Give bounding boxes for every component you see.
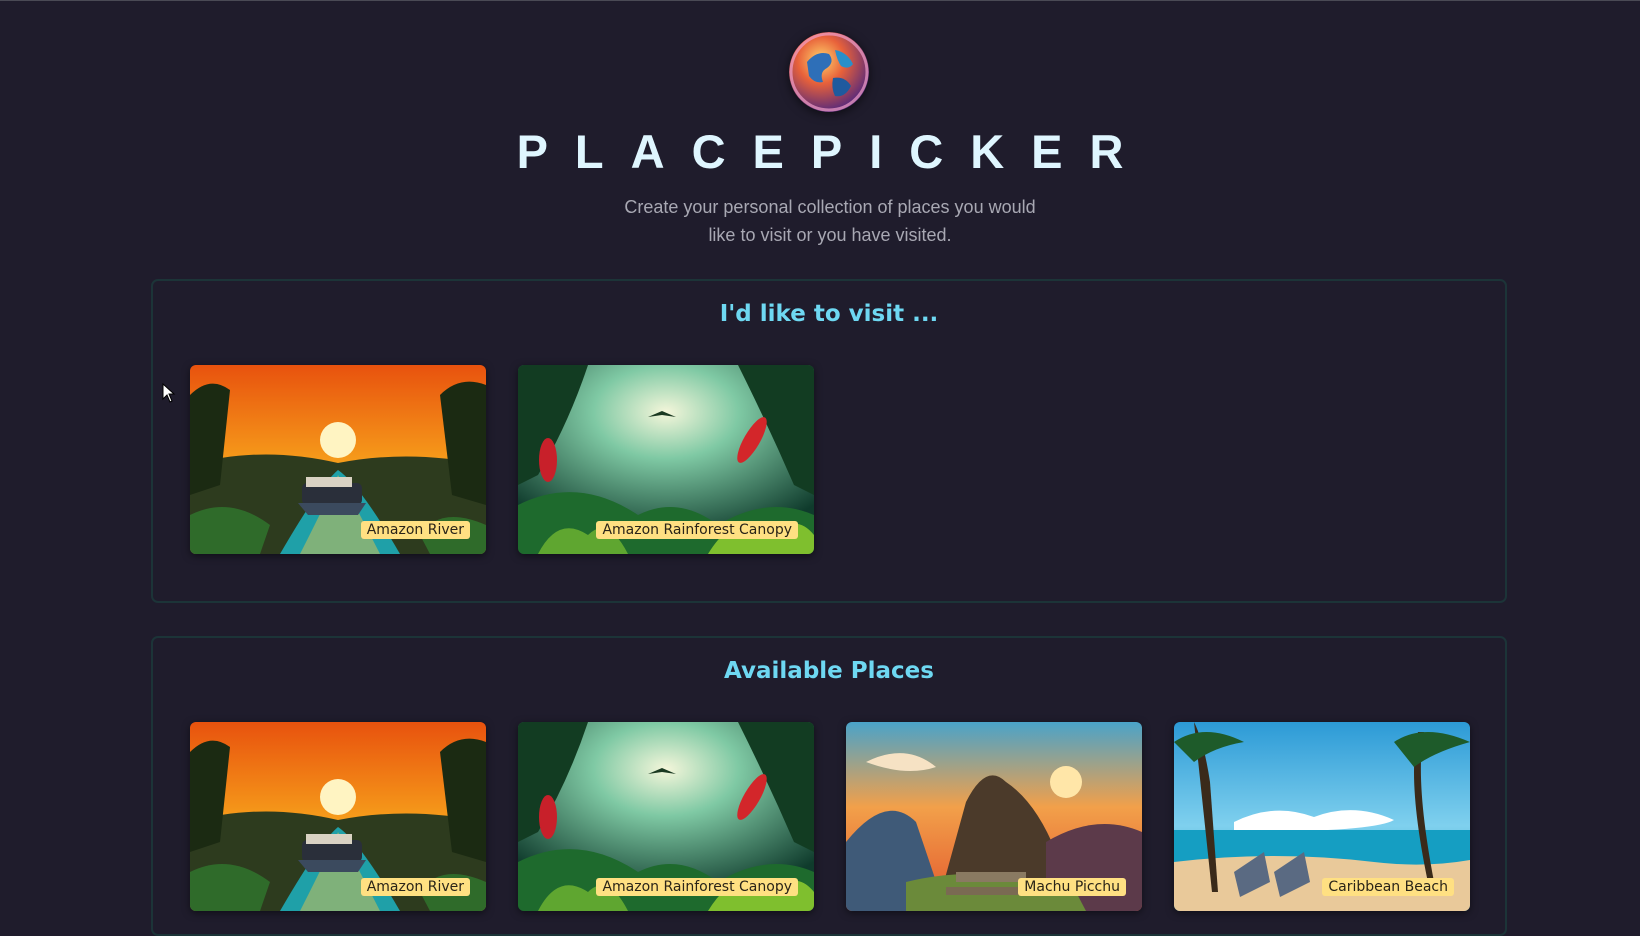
- window-top-border: [0, 0, 1640, 1]
- globe-icon: [789, 32, 869, 112]
- place-card-amazon-river[interactable]: Amazon River: [190, 365, 486, 554]
- place-card-label: Machu Picchu: [1018, 878, 1126, 896]
- place-card-label: Caribbean Beach: [1322, 878, 1454, 896]
- place-card-amazon-rainforest-canopy[interactable]: Amazon Rainforest Canopy: [518, 365, 814, 554]
- place-card-machu-picchu[interactable]: Machu Picchu: [846, 722, 1142, 911]
- mouse-cursor-icon: [162, 383, 176, 403]
- visit-section-heading: I'd like to visit ...: [719, 301, 939, 327]
- place-card-amazon-river[interactable]: Amazon River: [190, 722, 486, 911]
- app-subtitle: Create your personal collection of place…: [624, 197, 1036, 245]
- visit-section: I'd like to visit ... Amazon River Amazo…: [151, 279, 1507, 603]
- place-card-amazon-rainforest-canopy[interactable]: Amazon Rainforest Canopy: [518, 722, 814, 911]
- place-card-label: Amazon River: [360, 521, 470, 539]
- place-card-caribbean-beach[interactable]: Caribbean Beach: [1174, 722, 1470, 911]
- place-card-label: Amazon Rainforest Canopy: [596, 521, 798, 539]
- available-places-section: Available Places Amazon River Amazon Rai…: [151, 636, 1507, 936]
- place-card-label: Amazon River: [360, 878, 470, 896]
- app-title: PLACEPICKER: [516, 125, 1151, 178]
- available-section-heading: Available Places: [724, 658, 934, 684]
- place-card-label: Amazon Rainforest Canopy: [596, 878, 798, 896]
